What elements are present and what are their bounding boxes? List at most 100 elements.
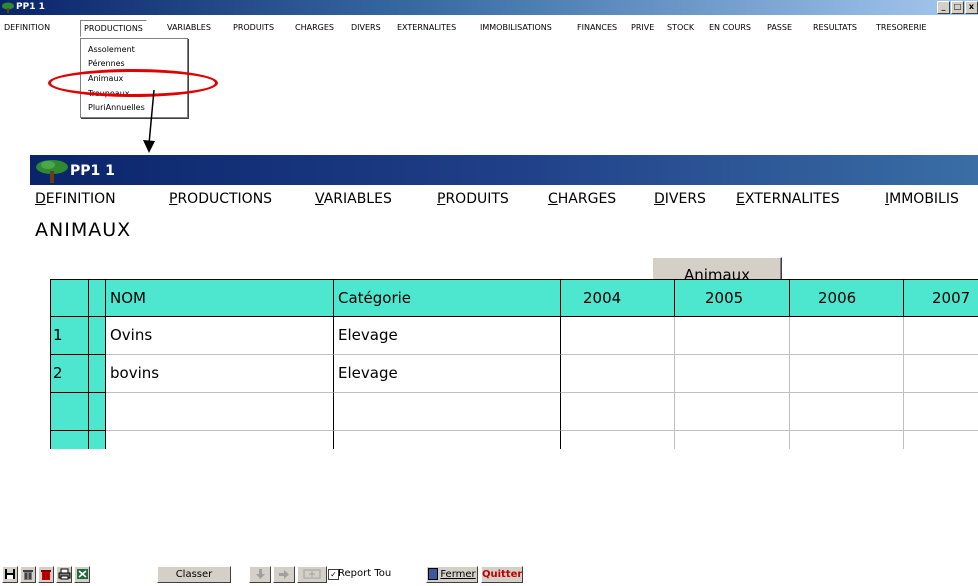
highlight-ellipse <box>48 69 218 97</box>
cell-2006[interactable] <box>790 317 904 355</box>
animals-grid: NOM Catégorie 2004 2005 2006 2007 1 Ovin… <box>50 279 978 449</box>
sum-button[interactable] <box>297 566 327 583</box>
row-number: 1 <box>50 317 89 355</box>
cell-2005[interactable] <box>675 393 790 431</box>
main-menu-divers[interactable]: DIVERS <box>654 191 706 207</box>
main-menu-produits[interactable]: PRODUITS <box>437 191 509 207</box>
delete-button[interactable] <box>20 566 36 583</box>
menu-divers[interactable]: DIVERS <box>351 23 381 32</box>
column-header-2007[interactable]: 2007 <box>904 279 978 317</box>
cell-2007[interactable] <box>904 355 978 393</box>
main-title-bar: PP1 1 <box>30 155 978 185</box>
cell-2006[interactable] <box>790 431 904 449</box>
menu-stock[interactable]: STOCK <box>667 23 694 32</box>
red-trash-can-icon <box>41 570 51 580</box>
column-header-categorie[interactable]: Catégorie <box>334 279 561 317</box>
menu-externalites[interactable]: EXTERNALITES <box>397 23 456 32</box>
cell-categorie[interactable] <box>334 431 561 449</box>
cell-2004[interactable] <box>561 317 675 355</box>
arrow-right-icon <box>279 570 289 579</box>
quitter-button[interactable]: Quitter <box>481 566 523 583</box>
top-menu-bar: DEFINITION PRODUCTIONS VARIABLES PRODUIT… <box>0 15 978 37</box>
menu-en-cours[interactable]: EN COURS <box>709 23 751 32</box>
main-menu-externalites[interactable]: EXTERNALITES <box>736 191 840 207</box>
door-icon <box>428 568 439 580</box>
cell-2004[interactable] <box>561 431 675 449</box>
cell-2004[interactable] <box>561 393 675 431</box>
menu-tresorerie[interactable]: TRESORERIE <box>876 23 926 32</box>
main-menu-definition[interactable]: DEFINITION <box>35 191 116 207</box>
floppy-disk-icon <box>5 569 15 579</box>
row-selector[interactable] <box>89 317 106 355</box>
tree-app-icon <box>36 160 68 183</box>
column-header-2004[interactable]: 2004 <box>561 279 675 317</box>
menu-productions[interactable]: PRODUCTIONS <box>80 20 147 37</box>
main-menu-variables[interactable]: VARIABLES <box>315 191 392 207</box>
save-button[interactable] <box>2 566 18 583</box>
delete-all-button[interactable] <box>38 566 54 583</box>
cell-2007[interactable] <box>904 431 978 449</box>
dropdown-item-pluriannuelles[interactable]: PluriAnnuelles <box>88 103 145 112</box>
row-selector[interactable] <box>89 431 106 449</box>
close-button[interactable]: x <box>965 1 978 14</box>
dropdown-item-perennes[interactable]: Pérennes <box>88 59 125 68</box>
cell-2005[interactable] <box>675 355 790 393</box>
menu-immobilisations[interactable]: IMMOBILISATIONS <box>480 23 552 32</box>
cell-nom[interactable]: bovins <box>106 355 334 393</box>
cell-2005[interactable] <box>675 431 790 449</box>
excel-export-button[interactable] <box>74 566 90 583</box>
cell-nom[interactable]: Ovins <box>106 317 334 355</box>
menu-finances[interactable]: FINANCES <box>577 23 617 32</box>
cell-categorie[interactable]: Elevage <box>334 317 561 355</box>
cell-2005[interactable] <box>675 317 790 355</box>
excel-icon <box>76 569 88 579</box>
main-menu-immobilisations[interactable]: IMMOBILIS <box>885 191 959 207</box>
cell-2006[interactable] <box>790 393 904 431</box>
menu-resultats[interactable]: RESULTATS <box>813 23 857 32</box>
menu-produits[interactable]: PRODUITS <box>233 23 274 32</box>
main-window-title: PP1 1 <box>70 163 115 179</box>
cell-2007[interactable] <box>904 393 978 431</box>
minimize-button[interactable]: _ <box>937 1 950 14</box>
row-number: 2 <box>50 355 89 393</box>
menu-variables[interactable]: VARIABLES <box>167 23 211 32</box>
main-menu-productions[interactable]: PRODUCTIONS <box>169 191 272 207</box>
main-window: PP1 1 DEFINITION PRODUCTIONS VARIABLES P… <box>30 155 978 449</box>
column-header-nom[interactable]: NOM <box>106 279 334 317</box>
menu-definition[interactable]: DEFINITION <box>4 23 50 32</box>
menu-prive[interactable]: PRIVE <box>631 23 654 32</box>
dropdown-item-assolement[interactable]: Assolement <box>88 45 135 54</box>
cell-categorie[interactable] <box>334 393 561 431</box>
printer-icon <box>58 568 70 580</box>
row-selector[interactable] <box>89 355 106 393</box>
fermer-label: Fermer <box>440 569 476 580</box>
arrow-down-icon <box>255 569 265 579</box>
menu-charges[interactable]: CHARGES <box>295 23 334 32</box>
table-sum-icon <box>303 569 321 579</box>
fermer-button[interactable]: Fermer <box>426 566 478 583</box>
cell-categorie[interactable]: Elevage <box>334 355 561 393</box>
column-header-2005[interactable]: 2005 <box>675 279 790 317</box>
column-header-2006[interactable]: 2006 <box>790 279 904 317</box>
main-menu-charges[interactable]: CHARGES <box>548 191 616 207</box>
top-title-bar: PP1 1 _ □ x <box>0 0 978 15</box>
move-down-button[interactable] <box>249 566 271 583</box>
row-selector[interactable] <box>89 393 106 431</box>
cell-nom[interactable] <box>106 431 334 449</box>
maximize-button[interactable]: □ <box>951 1 964 14</box>
report-label: Report Tou <box>338 568 392 579</box>
classer-button[interactable]: Classer <box>157 566 231 583</box>
cell-2007[interactable] <box>904 317 978 355</box>
move-right-button[interactable] <box>273 566 295 583</box>
row-number <box>50 393 89 431</box>
tree-app-icon <box>2 2 14 13</box>
top-window-title: PP1 1 <box>16 2 45 12</box>
menu-passe[interactable]: PASSE <box>767 23 792 32</box>
main-menu-bar: DEFINITION PRODUCTIONS VARIABLES PRODUIT… <box>30 191 978 213</box>
section-title: ANIMAUX <box>35 219 132 241</box>
cell-2006[interactable] <box>790 355 904 393</box>
cell-nom[interactable] <box>106 393 334 431</box>
print-button[interactable] <box>56 566 72 583</box>
cell-2004[interactable] <box>561 355 675 393</box>
row-number <box>50 431 89 449</box>
